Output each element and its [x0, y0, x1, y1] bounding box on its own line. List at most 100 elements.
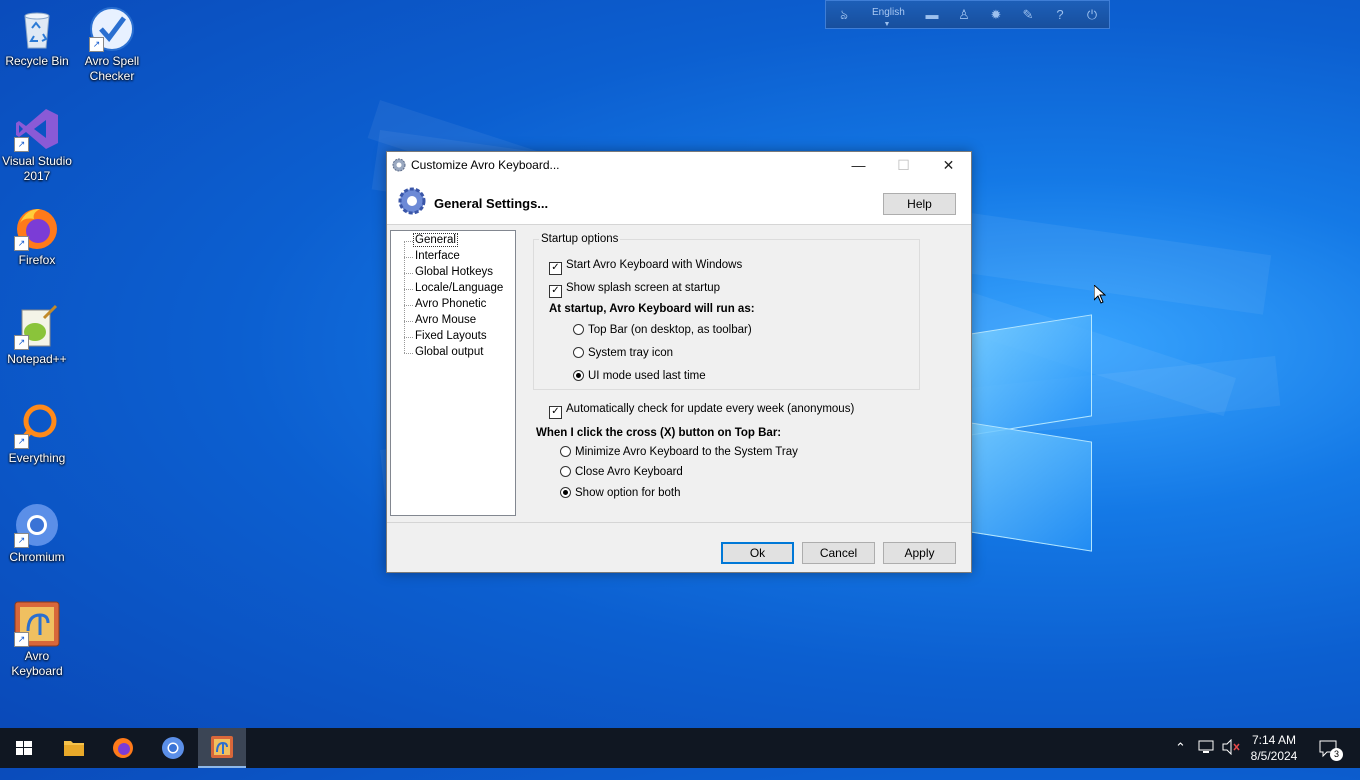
- visual-studio-icon: ↗: [14, 106, 60, 152]
- clock-time: 7:14 AM: [1251, 733, 1297, 747]
- minimize-to-tray-radio[interactable]: Minimize Avro Keyboard to the System Tra…: [560, 446, 798, 458]
- shortcut-arrow-icon: ↗: [14, 533, 29, 548]
- power-icon[interactable]: ⏻: [1084, 7, 1100, 23]
- dropdown-arrow-icon: ▼: [883, 21, 891, 28]
- auto-update-checkbox[interactable]: ✓ Automatically check for update every we…: [549, 403, 854, 419]
- radio-label: Top Bar (on desktop, as toolbar): [588, 324, 752, 336]
- taskbar-clock[interactable]: 7:14 AM 8/5/2024: [1238, 732, 1310, 764]
- section-title: General Settings...: [434, 196, 549, 211]
- firefox-icon: [113, 738, 133, 758]
- radio-button[interactable]: [560, 446, 571, 457]
- layout-icon[interactable]: ▬: [924, 7, 940, 23]
- tree-connector: [404, 321, 413, 322]
- network-icon[interactable]: [1198, 739, 1216, 779]
- checkbox-box[interactable]: ✓: [549, 262, 562, 275]
- desktop-icon-label: Chromium: [9, 550, 65, 564]
- title-bar[interactable]: Customize Avro Keyboard... — ☐ ✕: [387, 152, 971, 178]
- shortcut-arrow-icon: ↗: [89, 37, 104, 52]
- taskbar-avro-keyboard[interactable]: [198, 728, 246, 768]
- run-as-top-bar-radio[interactable]: Top Bar (on desktop, as toolbar): [573, 324, 752, 336]
- cross-button-heading: When I click the cross (X) button on Top…: [536, 427, 782, 439]
- desktop-icon-chromium[interactable]: ↗ Chromium: [0, 502, 74, 565]
- tree-item-locale-language[interactable]: Locale/Language: [415, 282, 503, 294]
- close-button[interactable]: ✕: [926, 152, 971, 178]
- tree-item-global-output[interactable]: Global output: [415, 346, 483, 358]
- tree-connector: [404, 337, 413, 338]
- maximize-button[interactable]: ☐: [881, 152, 926, 178]
- firefox-icon: ↗: [14, 205, 60, 251]
- mouse-icon[interactable]: ♙: [956, 7, 972, 23]
- desktop-icon-label: Avro Spell Checker: [84, 54, 140, 83]
- windows-start-icon: [16, 741, 32, 755]
- desktop-icon-notepad-plus-plus[interactable]: ↗ Notepad++: [0, 304, 74, 367]
- windows-logo-wallpaper: [970, 300, 1095, 560]
- run-as-heading: At startup, Avro Keyboard will run as:: [549, 303, 755, 315]
- taskbar-file-explorer[interactable]: [50, 728, 98, 768]
- taskbar-firefox[interactable]: [99, 728, 147, 768]
- help-button[interactable]: Help: [883, 193, 956, 215]
- everything-search-icon: ↗: [14, 403, 60, 449]
- desktop-icon-label: Visual Studio 2017: [2, 154, 72, 183]
- radio-button[interactable]: [573, 347, 584, 358]
- shortcut-arrow-icon: ↗: [14, 137, 29, 152]
- desktop-icon-visual-studio[interactable]: ↗ Visual Studio 2017: [0, 106, 74, 184]
- tree-item-global-hotkeys[interactable]: Global Hotkeys: [415, 266, 493, 278]
- recycle-bin-icon: [14, 6, 60, 52]
- tree-item-avro-mouse[interactable]: Avro Mouse: [415, 314, 476, 326]
- tree-connector: [404, 353, 413, 354]
- minimize-button[interactable]: —: [836, 152, 881, 178]
- start-with-windows-checkbox[interactable]: ✓ Start Avro Keyboard with Windows: [549, 259, 742, 275]
- checkbox-label: Automatically check for update every wee…: [566, 403, 855, 415]
- ok-button[interactable]: Ok: [721, 542, 794, 564]
- radio-button[interactable]: [560, 466, 571, 477]
- checkbox-label: Start Avro Keyboard with Windows: [566, 259, 743, 271]
- group-legend: Startup options: [539, 233, 621, 245]
- desktop-icon-avro-keyboard[interactable]: ↗ Avro Keyboard: [0, 601, 74, 679]
- cancel-button[interactable]: Cancel: [802, 542, 875, 564]
- desktop-icon-everything[interactable]: ↗ Everything: [0, 403, 74, 466]
- help-icon[interactable]: ?: [1052, 7, 1068, 23]
- taskbar: ⌃ 7:14 AM 8/5/2024 3: [0, 728, 1360, 768]
- tray-overflow-chevron-icon[interactable]: ⌃: [1175, 740, 1186, 780]
- settings-tree: General Interface Global Hotkeys Locale/…: [390, 230, 516, 516]
- taskbar-chromium[interactable]: [149, 728, 197, 768]
- start-button[interactable]: [0, 728, 48, 768]
- show-splash-checkbox[interactable]: ✓ Show splash screen at startup: [549, 282, 720, 298]
- action-center-button[interactable]: 3: [1318, 738, 1343, 778]
- radio-button[interactable]: [573, 324, 584, 335]
- tree-item-interface[interactable]: Interface: [415, 250, 460, 262]
- apply-button[interactable]: Apply: [883, 542, 956, 564]
- shortcut-arrow-icon: ↗: [14, 236, 29, 251]
- run-as-tray-radio[interactable]: System tray icon: [573, 347, 673, 359]
- settings-header: General Settings... Help: [387, 178, 971, 225]
- tools-icon[interactable]: ✎: [1020, 7, 1036, 23]
- tree-connector: [404, 305, 413, 306]
- radio-button-selected[interactable]: [573, 370, 584, 381]
- tree-item-fixed-layouts[interactable]: Fixed Layouts: [415, 330, 487, 342]
- checkbox-box[interactable]: ✓: [549, 406, 562, 419]
- close-avro-radio[interactable]: Close Avro Keyboard: [560, 466, 683, 478]
- tree-connector: [404, 273, 413, 274]
- desktop-icon-recycle-bin[interactable]: Recycle Bin: [0, 6, 74, 69]
- chromium-icon: ↗: [14, 502, 60, 548]
- desktop-icon-avro-spell-checker[interactable]: ↗ Avro Spell Checker: [75, 6, 149, 84]
- avro-top-bar[interactable]: ঌ English ▼ ▬ ♙ ✹ ✎ ? ⏻: [825, 0, 1110, 29]
- spell-check-icon: ↗: [89, 6, 135, 52]
- show-option-both-radio[interactable]: Show option for both: [560, 487, 681, 499]
- radio-label: UI mode used last time: [588, 370, 706, 382]
- dialog-footer: Ok Cancel Apply: [387, 522, 971, 572]
- gear-icon[interactable]: ✹: [988, 7, 1004, 23]
- desktop-icon-firefox[interactable]: ↗ Firefox: [0, 205, 74, 268]
- checkbox-box[interactable]: ✓: [549, 285, 562, 298]
- tree-item-general[interactable]: General: [413, 233, 458, 247]
- desktop-icon-label: Firefox: [18, 253, 56, 267]
- desktop-icon-label: Recycle Bin: [5, 54, 69, 68]
- radio-button-selected[interactable]: [560, 487, 571, 498]
- tree-item-avro-phonetic[interactable]: Avro Phonetic: [415, 298, 486, 310]
- tree-connector: [404, 257, 413, 258]
- run-as-last-mode-radio[interactable]: UI mode used last time: [573, 370, 706, 382]
- avro-logo-icon[interactable]: ঌ: [836, 7, 852, 23]
- tree-connector: [404, 289, 413, 290]
- avro-keyboard-icon: [211, 736, 233, 758]
- gear-icon: [391, 157, 407, 173]
